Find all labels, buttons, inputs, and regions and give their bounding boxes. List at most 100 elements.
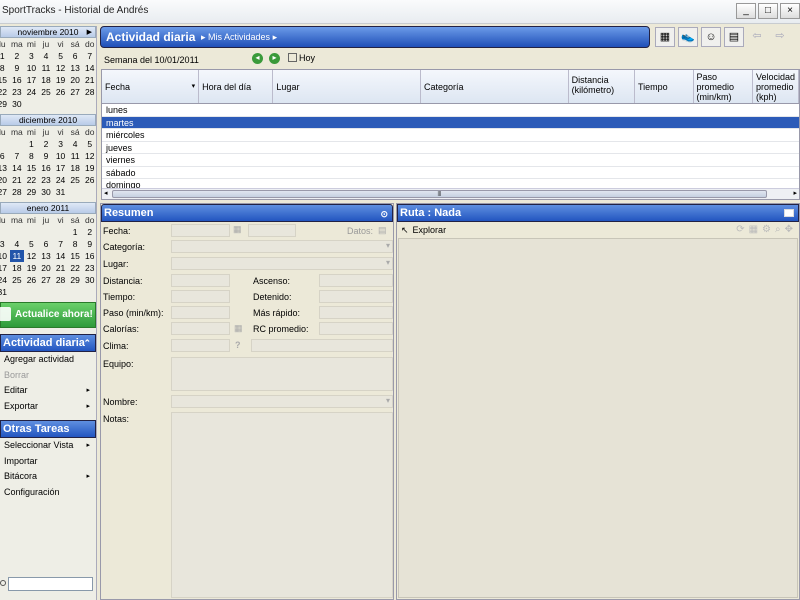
mas-rapido-field[interactable] [319, 306, 393, 319]
clima-notes-field[interactable] [251, 339, 393, 352]
calendar-day[interactable]: 16 [10, 74, 25, 86]
calculator-icon[interactable]: ▦ [234, 323, 243, 334]
calendar-day[interactable]: 10 [24, 62, 39, 74]
scroll-thumb[interactable]: ||| [112, 190, 767, 198]
other-task-item[interactable]: Bitácora ▸ [0, 469, 96, 485]
calendar-day[interactable]: 13 [0, 162, 10, 174]
calendar-day[interactable]: 24 [24, 86, 39, 98]
pan-icon[interactable]: ✥ [785, 224, 793, 235]
calendar-day[interactable]: 25 [10, 274, 25, 286]
calendar-day[interactable]: 6 [39, 238, 54, 250]
calendar-day[interactable]: 10 [0, 250, 10, 262]
table-row[interactable]: sábado [102, 167, 799, 179]
calendar-day[interactable]: 3 [0, 238, 10, 250]
other-task-item[interactable]: Configuración [0, 485, 96, 501]
calendar-day[interactable]: 24 [53, 174, 68, 186]
calendar-day[interactable]: 15 [68, 250, 83, 262]
calendar-day[interactable]: 26 [53, 86, 68, 98]
daily-task-item[interactable]: Exportar ▸ [0, 399, 96, 415]
lugar-select[interactable] [171, 257, 393, 270]
dropdown-icon[interactable]: ▾ [192, 82, 196, 90]
rc-field[interactable] [319, 322, 393, 335]
calendar-day[interactable]: 13 [39, 250, 54, 262]
calendar-day[interactable]: 28 [53, 274, 68, 286]
gear-icon[interactable]: ⚙ [762, 224, 771, 235]
maximize-button[interactable]: □ [758, 3, 778, 19]
calendar-day[interactable]: 19 [53, 74, 68, 86]
table-row[interactable]: jueves [102, 142, 799, 154]
calendar-day[interactable]: 6 [68, 50, 83, 62]
refresh-icon[interactable]: ⟳ [736, 224, 744, 235]
equipo-list[interactable] [171, 357, 393, 391]
table-row[interactable]: domingo [102, 179, 799, 188]
logbook-icon[interactable]: ▤ [724, 27, 744, 47]
chevron-down-icon[interactable]: ⊙ [380, 206, 388, 223]
calendar-day[interactable]: 5 [24, 238, 39, 250]
calendar-day[interactable]: 11 [9, 250, 25, 262]
tiempo-field[interactable] [171, 290, 230, 303]
calendar-day[interactable]: 1 [68, 226, 83, 238]
calendar-day[interactable]: 18 [68, 162, 83, 174]
table-row[interactable]: martes [102, 116, 799, 129]
calendar-day[interactable]: 27 [68, 86, 83, 98]
calendar-day[interactable]: 2 [82, 226, 97, 238]
daily-tasks-header[interactable]: Actividad diaria ⌃ [0, 334, 96, 352]
calendar-day[interactable]: 28 [82, 86, 97, 98]
calendar-day[interactable]: 30 [39, 186, 54, 198]
calendar-day[interactable]: 7 [82, 50, 97, 62]
categoria-select[interactable] [171, 240, 393, 253]
calendar-day[interactable]: 22 [24, 174, 39, 186]
calendar-day[interactable]: 20 [0, 174, 10, 186]
maximize-panel-icon[interactable] [784, 209, 794, 217]
calendar-day[interactable]: 23 [39, 174, 54, 186]
calendar-day[interactable]: 8 [68, 238, 83, 250]
minimize-button[interactable]: _ [736, 3, 756, 19]
ascenso-field[interactable] [319, 274, 393, 287]
calendar-view-icon[interactable]: ▦ [655, 27, 675, 47]
column-hora[interactable]: Hora del día [199, 70, 274, 103]
prev-week-icon[interactable]: ◂ [252, 53, 263, 64]
calendar-day[interactable]: 30 [10, 98, 25, 110]
calendar-day[interactable]: 11 [39, 62, 54, 74]
calendar-day[interactable]: 29 [0, 98, 10, 110]
calendar-day[interactable]: 14 [53, 250, 68, 262]
calendar-day[interactable]: 16 [82, 250, 97, 262]
calendar-day[interactable]: 30 [82, 274, 97, 286]
calendar-day[interactable]: 13 [68, 62, 83, 74]
calendar-day[interactable]: 9 [39, 150, 54, 162]
column-velocidad[interactable]: Velocidad promedio (kph) [753, 70, 800, 103]
calendar-day[interactable]: 4 [10, 238, 25, 250]
calendar-day[interactable]: 28 [10, 186, 25, 198]
calendar-day[interactable]: 19 [82, 162, 97, 174]
next-month-icon[interactable]: ▶ [87, 27, 92, 38]
column-distancia[interactable]: Distancia (kilómetro) [569, 70, 636, 103]
calendar-day[interactable]: 20 [39, 262, 54, 274]
breadcrumb[interactable]: ▸ Mis Actividades ▸ [201, 32, 277, 43]
calendar-day[interactable]: 15 [0, 74, 10, 86]
calendar-day[interactable]: 9 [82, 238, 97, 250]
column-lugar[interactable]: Lugar [273, 70, 422, 103]
column-fecha[interactable]: Fecha ▾ [102, 70, 200, 103]
calendar-day[interactable]: 21 [82, 74, 97, 86]
search-input[interactable] [8, 577, 93, 591]
calendar-day[interactable]: 7 [53, 238, 68, 250]
calendar-day[interactable]: 18 [10, 262, 25, 274]
calendar-day[interactable]: 25 [68, 174, 83, 186]
grid-icon[interactable]: ▦ [749, 224, 758, 235]
calendar-day[interactable]: 29 [68, 274, 83, 286]
calendar-day[interactable]: 6 [0, 150, 10, 162]
calendar-day[interactable]: 8 [24, 150, 39, 162]
calendar-picker-icon[interactable]: ▦ [233, 224, 245, 237]
calendar-day[interactable]: 14 [82, 62, 97, 74]
athlete-icon[interactable]: ☺ [701, 27, 721, 47]
horizontal-scrollbar[interactable]: ◂ ||| ▸ [102, 188, 799, 199]
today-button[interactable]: Hoy [288, 53, 315, 63]
calendar-day[interactable]: 17 [0, 262, 10, 274]
scroll-right-icon[interactable]: ▸ [793, 189, 797, 197]
calendar-day[interactable]: 8 [0, 62, 10, 74]
calendar-day[interactable]: 22 [68, 262, 83, 274]
daily-task-item[interactable]: Borrar [0, 368, 96, 384]
calendar-day[interactable]: 12 [82, 150, 97, 162]
calendar-day[interactable]: 1 [0, 50, 10, 62]
calendar-day[interactable]: 12 [53, 62, 68, 74]
